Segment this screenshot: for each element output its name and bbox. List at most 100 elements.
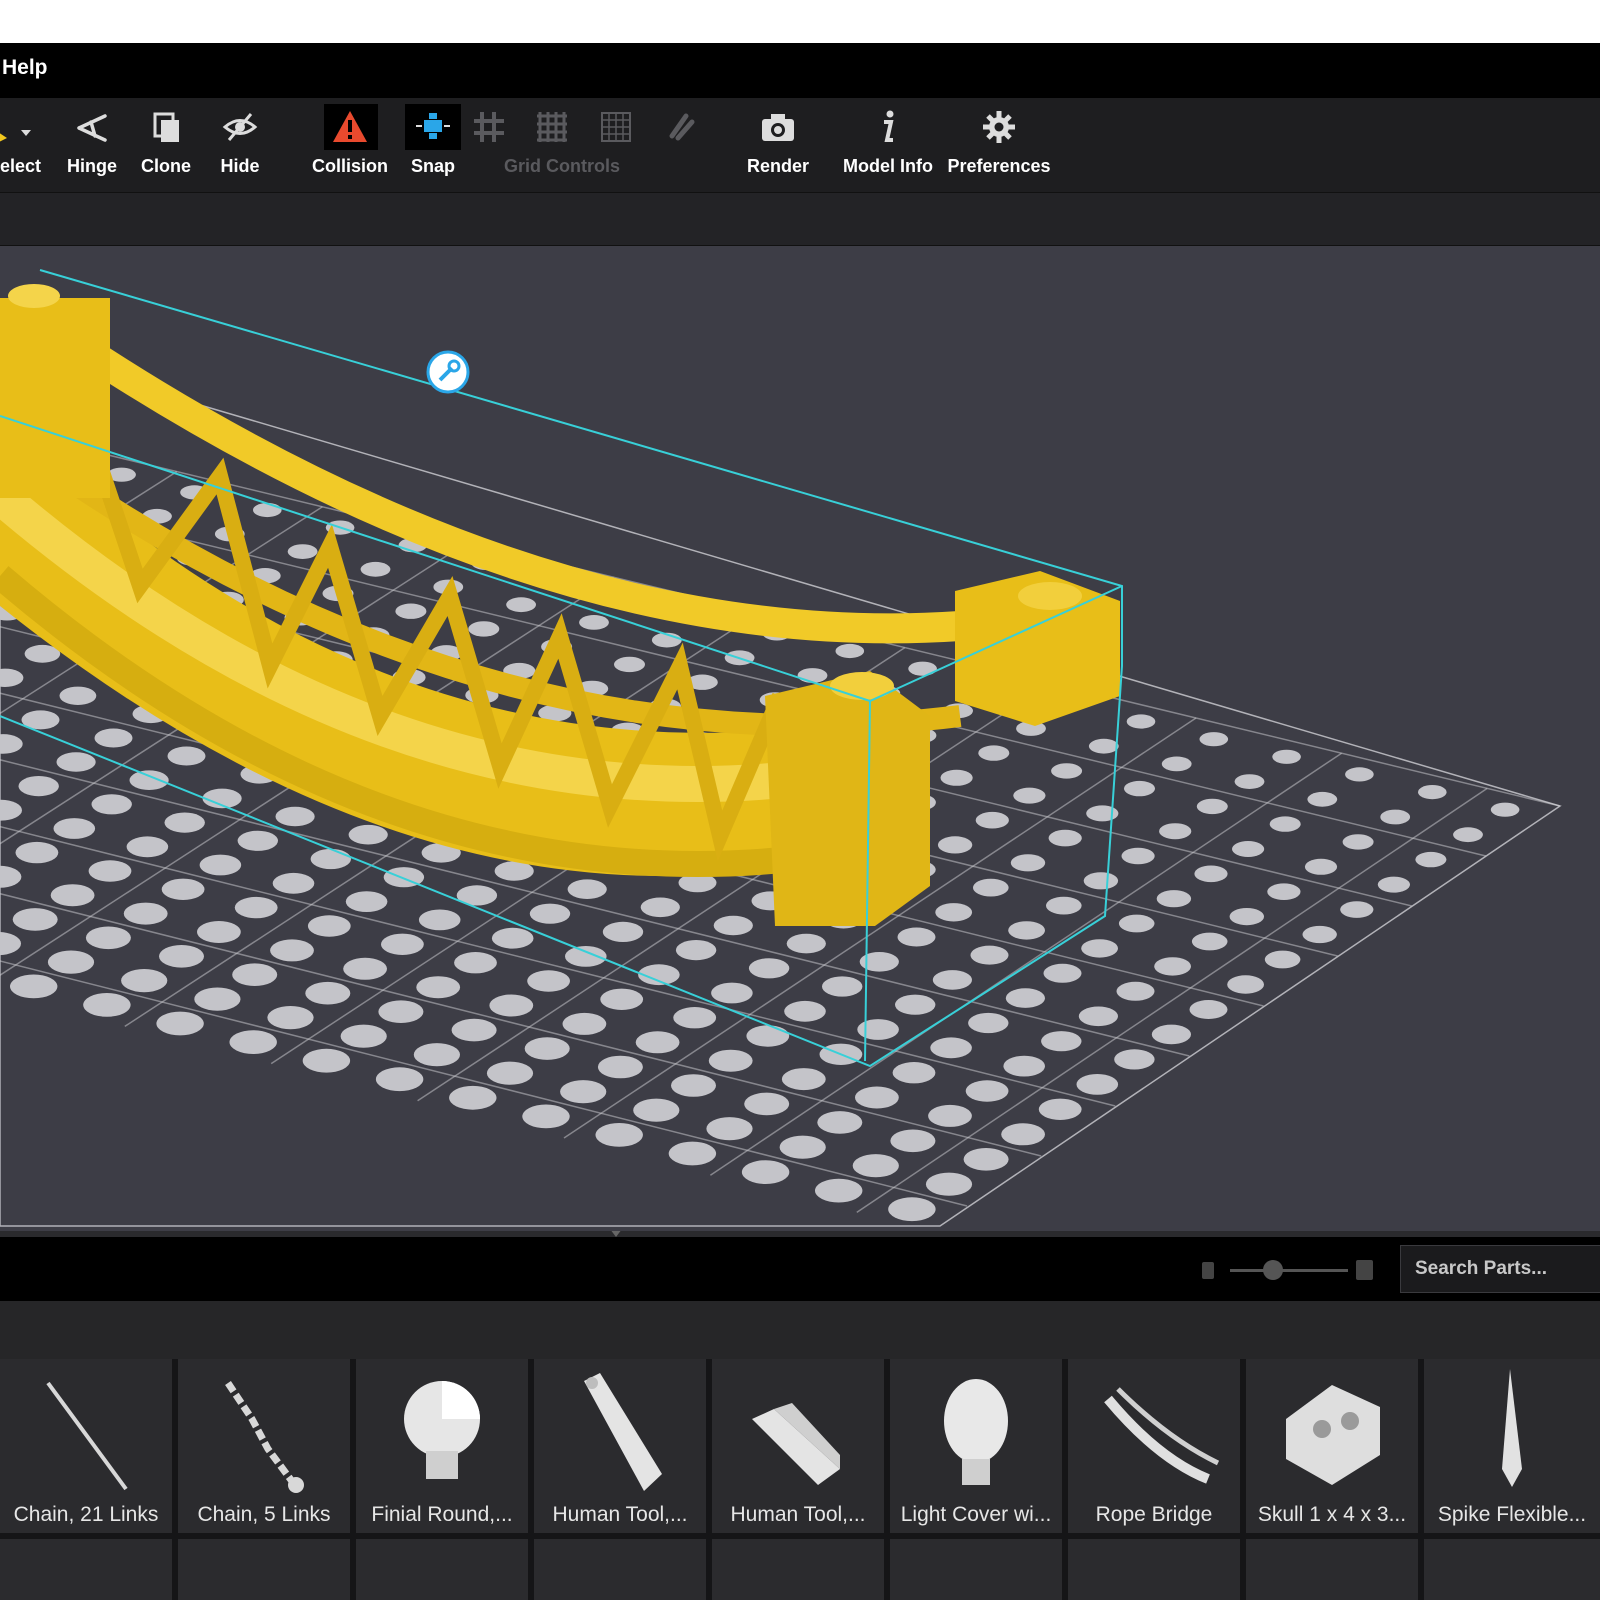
light-cover-icon bbox=[944, 1379, 1008, 1485]
baseplate-stud bbox=[1043, 963, 1082, 983]
baseplate-stud bbox=[937, 836, 973, 854]
rope-bridge-brick[interactable] bbox=[0, 284, 1120, 926]
3d-viewport[interactable] bbox=[0, 246, 1600, 1474]
baseplate-stud bbox=[310, 848, 351, 870]
baseplate-stud bbox=[59, 686, 97, 705]
part-tile[interactable]: Chain, 21 Links bbox=[0, 1359, 172, 1533]
part-tile-row2[interactable] bbox=[356, 1539, 528, 1600]
part-tile-row2[interactable] bbox=[1068, 1539, 1240, 1600]
baseplate-stud bbox=[161, 878, 205, 900]
snap-icon bbox=[416, 113, 450, 139]
render-button[interactable]: Render bbox=[738, 98, 818, 192]
zoom-slider-knob[interactable] bbox=[1263, 1260, 1283, 1280]
baseplate-stud bbox=[10, 974, 58, 999]
baseplate-stud bbox=[0, 932, 21, 956]
magnet-icon bbox=[669, 113, 695, 141]
baseplate-stud bbox=[275, 806, 315, 827]
baseplate-stud bbox=[1418, 785, 1447, 800]
baseplate-stud bbox=[232, 963, 278, 986]
part-tile-row2[interactable] bbox=[1424, 1539, 1600, 1600]
baseplate-stud bbox=[1199, 732, 1229, 747]
part-tile[interactable]: Spike Flexible... bbox=[1424, 1359, 1600, 1533]
baseplate-stud bbox=[1159, 823, 1192, 840]
baseplate-stud bbox=[890, 1129, 936, 1153]
part-tile[interactable]: Human Tool,... bbox=[534, 1359, 706, 1533]
wrench-handle-icon[interactable] bbox=[426, 350, 470, 394]
baseplate-stud bbox=[706, 1117, 753, 1141]
menu-bar: Help bbox=[0, 43, 1600, 98]
baseplate-stud bbox=[418, 909, 461, 931]
baseplate-stud bbox=[908, 661, 937, 676]
part-tile[interactable]: Chain, 5 Links bbox=[178, 1359, 350, 1533]
part-name: Chain, 21 Links bbox=[13, 1503, 159, 1526]
part-tile[interactable]: Rope Bridge bbox=[1068, 1359, 1240, 1533]
baseplate-stud bbox=[673, 1007, 717, 1029]
select-tool-button[interactable]: elect bbox=[0, 98, 48, 192]
collision-toggle-button[interactable]: Collision bbox=[306, 98, 394, 192]
snap-label: Snap bbox=[410, 156, 455, 176]
menu-help[interactable]: Help bbox=[2, 56, 48, 80]
baseplate-stud bbox=[307, 915, 351, 937]
baseplate-stud bbox=[159, 945, 204, 968]
baseplate-stud bbox=[1083, 872, 1119, 890]
baseplate-stud bbox=[506, 597, 536, 613]
grid-controls-group: Grid Controls bbox=[470, 98, 700, 192]
hide-tool-button[interactable]: Hide bbox=[206, 98, 274, 192]
zoom-large-icon bbox=[1356, 1260, 1373, 1280]
baseplate-stud bbox=[360, 561, 391, 577]
part-tile-row2[interactable] bbox=[534, 1539, 706, 1600]
part-tile[interactable]: Finial Round,... bbox=[356, 1359, 528, 1533]
secondary-toolbar bbox=[0, 193, 1600, 246]
baseplate-stud bbox=[640, 897, 680, 918]
part-tile-row2[interactable] bbox=[1246, 1539, 1418, 1600]
part-tile-row2[interactable] bbox=[712, 1539, 884, 1600]
part-tile-row2[interactable] bbox=[178, 1539, 350, 1600]
hide-label: Hide bbox=[220, 156, 260, 176]
baseplate-stud bbox=[817, 1111, 863, 1134]
baseplate-stud bbox=[1189, 1000, 1228, 1019]
snap-toggle-button[interactable]: Snap bbox=[400, 98, 466, 192]
baseplate-stud bbox=[1490, 802, 1520, 817]
baseplate-stud bbox=[529, 903, 571, 924]
baseplate-stud bbox=[708, 1049, 753, 1072]
baseplate-stud bbox=[1005, 988, 1045, 1008]
baseplate-stud bbox=[1041, 1031, 1082, 1052]
baseplate-stud bbox=[935, 903, 973, 922]
part-tile[interactable]: Skull 1 x 4 x 3... bbox=[1246, 1359, 1418, 1533]
search-parts-input[interactable]: Search Parts... bbox=[1400, 1245, 1600, 1293]
preferences-button[interactable]: Preferences bbox=[944, 98, 1054, 192]
select-label: elect bbox=[0, 156, 42, 176]
baseplate-stud bbox=[567, 879, 607, 899]
part-tile-row2[interactable] bbox=[0, 1539, 172, 1600]
model-info-button[interactable]: Model Info bbox=[838, 98, 938, 192]
part-tile[interactable]: Light Cover wi... bbox=[890, 1359, 1062, 1533]
baseplate-stud bbox=[491, 927, 534, 949]
spike-flexible-icon bbox=[1502, 1369, 1522, 1487]
part-tile[interactable]: Human Tool,... bbox=[712, 1359, 884, 1533]
hinge-icon bbox=[77, 114, 107, 142]
baseplate-stud bbox=[252, 502, 282, 518]
baseplate-stud bbox=[272, 872, 315, 894]
baseplate-stud bbox=[1124, 780, 1155, 797]
collision-warning-icon bbox=[333, 111, 367, 142]
part-tile-row2[interactable] bbox=[890, 1539, 1062, 1600]
baseplate-stud bbox=[1302, 925, 1337, 944]
baseplate-stud bbox=[1345, 767, 1374, 782]
baseplate-stud bbox=[454, 952, 497, 974]
baseplate-stud bbox=[381, 933, 424, 955]
baseplate-stud bbox=[94, 728, 133, 748]
baseplate-stud bbox=[83, 993, 131, 1017]
baseplate-stud bbox=[378, 1000, 424, 1023]
baseplate-stud bbox=[928, 1104, 972, 1127]
baseplate-stud bbox=[0, 734, 23, 754]
baseplate-stud bbox=[1342, 834, 1374, 850]
zoom-slider[interactable] bbox=[1230, 1269, 1348, 1272]
hinge-tool-button[interactable]: Hinge bbox=[58, 98, 126, 192]
baseplate-stud bbox=[123, 902, 168, 925]
human-tool-icon bbox=[584, 1373, 662, 1491]
baseplate-stud bbox=[1051, 763, 1083, 779]
parts-category-bar bbox=[0, 1301, 1600, 1359]
baseplate-stud bbox=[1001, 1123, 1045, 1146]
clone-tool-button[interactable]: Clone bbox=[132, 98, 200, 192]
baseplate-stud bbox=[1048, 829, 1082, 847]
